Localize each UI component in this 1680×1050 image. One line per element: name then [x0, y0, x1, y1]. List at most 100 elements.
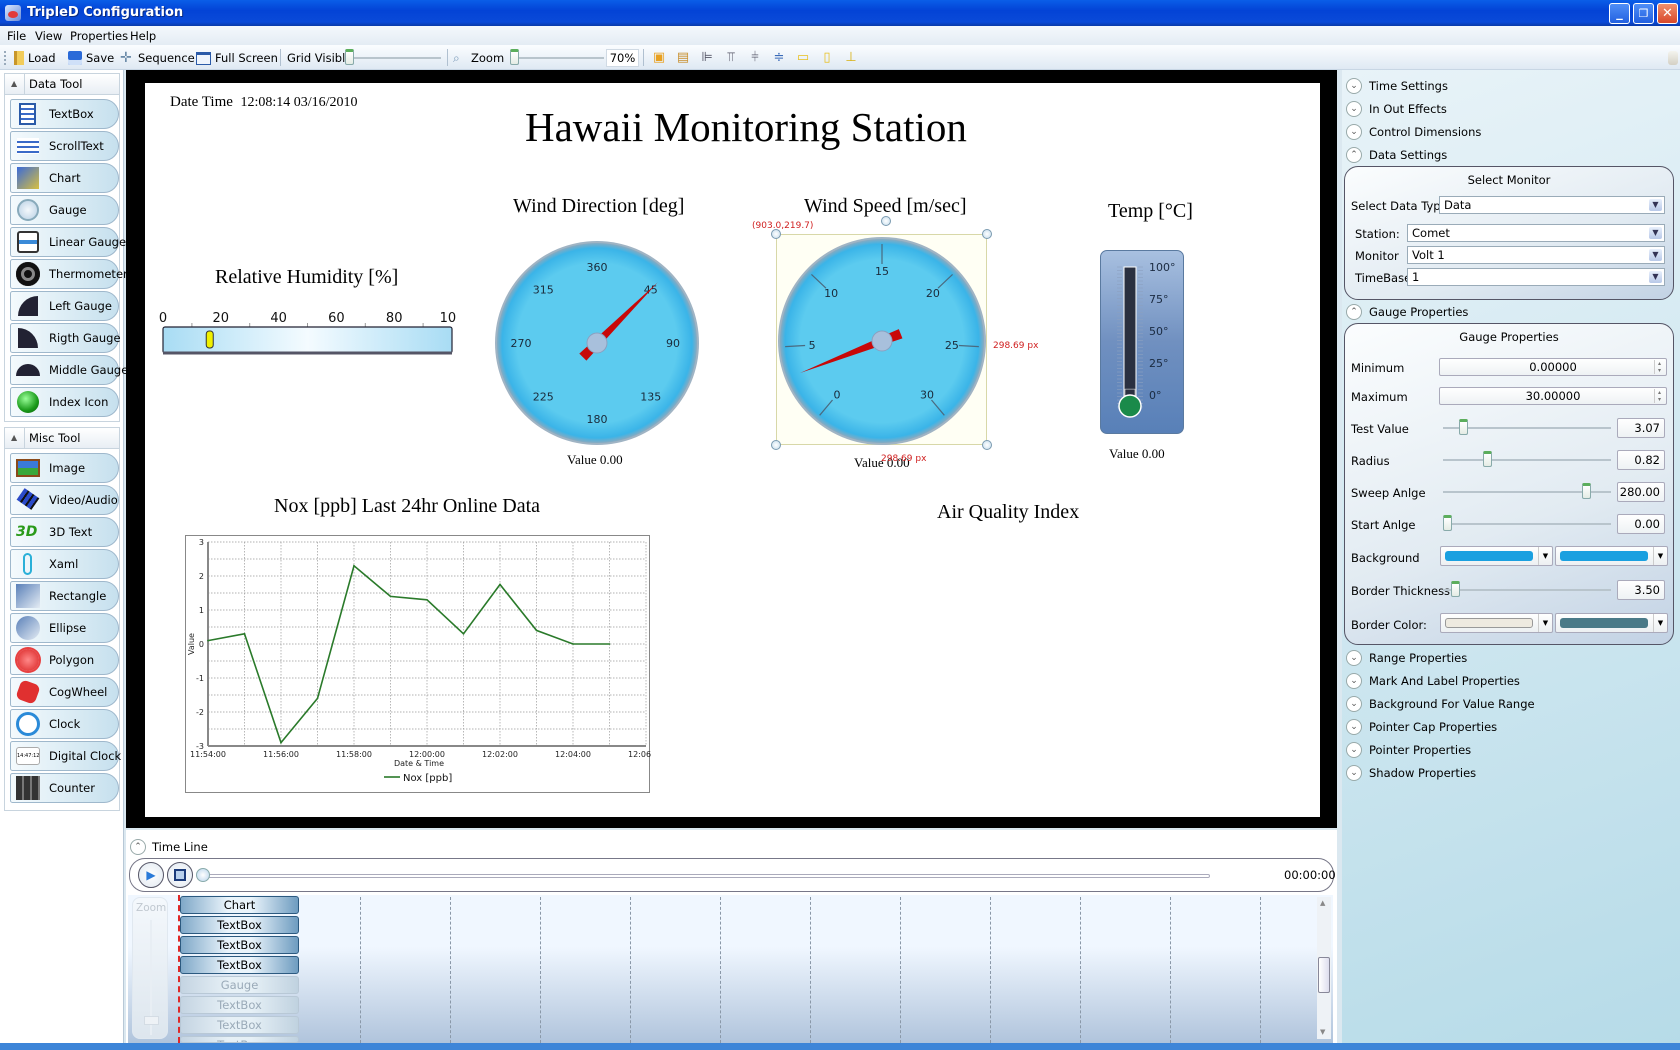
timeline-item[interactable]: Chart — [180, 896, 299, 914]
center-vertical-button[interactable]: ≑ — [770, 50, 788, 66]
tool-gauge[interactable]: Gauge — [10, 195, 119, 225]
tool-middle-gauge[interactable]: Middle Gauge — [10, 355, 128, 385]
toolbar-overflow-button[interactable] — [1668, 51, 1678, 65]
section-in-out-effects[interactable]: ⌄ In Out Effects — [1346, 99, 1447, 119]
humidity-linear-gauge[interactable]: 0 20 40 60 80 100 — [157, 308, 464, 368]
resize-handle-bottom-left[interactable] — [771, 440, 781, 450]
tool-index-icon[interactable]: Index Icon — [10, 387, 119, 417]
tool-xaml[interactable]: Xaml — [10, 549, 119, 579]
section-time-settings[interactable]: ⌄ Time Settings — [1346, 76, 1448, 96]
resize-handle-top[interactable] — [881, 216, 891, 226]
data-type-select[interactable]: Data ▼ — [1439, 196, 1665, 214]
border-thickness-input[interactable]: 3.50 — [1617, 580, 1665, 600]
section-data-settings[interactable]: ⌃ Data Settings — [1346, 145, 1447, 165]
misc-tool-header[interactable]: ▲ Misc Tool — [4, 427, 120, 449]
start-angle-slider[interactable] — [1443, 512, 1611, 536]
resize-handle-top-left[interactable] — [771, 229, 781, 239]
data-tool-header[interactable]: ▲ Data Tool — [4, 73, 120, 95]
wind-speed-title[interactable]: Wind Speed [m/sec] — [804, 195, 966, 218]
radius-slider[interactable] — [1443, 448, 1611, 472]
timeline-vertical-scrollbar[interactable]: ▲ ▼ — [1317, 897, 1331, 1039]
tool-digital-clock[interactable]: 14:47:12 Digital Clock — [10, 741, 121, 771]
timeline-item[interactable]: Gauge — [180, 976, 299, 994]
tool-thermometer[interactable]: Thermometer — [10, 259, 128, 289]
timeline-item[interactable]: TextBox — [180, 936, 299, 954]
scroll-up-icon[interactable]: ▲ — [1320, 899, 1325, 907]
menu-properties[interactable]: Properties — [70, 29, 128, 43]
menu-file[interactable]: File — [7, 29, 26, 43]
test-value-input[interactable]: 3.07 — [1617, 418, 1665, 438]
aqi-title[interactable]: Air Quality Index — [937, 501, 1079, 524]
save-button[interactable]: Save — [68, 49, 114, 67]
humidity-title[interactable]: Relative Humidity [%] — [215, 266, 398, 289]
ruler-horizontal-button[interactable]: ▭ — [794, 50, 812, 66]
timeline-item[interactable]: TextBox — [180, 1016, 299, 1034]
tool-left-gauge[interactable]: Left Gauge — [10, 291, 119, 321]
grid-slider-thumb[interactable] — [345, 49, 354, 65]
section-control-dimensions[interactable]: ⌄ Control Dimensions — [1346, 122, 1481, 142]
slider-thumb[interactable] — [1443, 515, 1452, 531]
menu-view[interactable]: View — [35, 29, 62, 43]
close-button[interactable]: ✕ — [1657, 3, 1678, 24]
ruler-vertical-button[interactable]: ▯ — [818, 50, 836, 66]
timeline-header[interactable]: ⌃ Time Line — [130, 839, 208, 855]
wind-speed-selection-box[interactable]: 0 5 10 15 20 25 30 — [776, 234, 987, 445]
sequence-button[interactable]: ✛ Sequence — [120, 49, 195, 67]
tool-counter[interactable]: Counter — [10, 773, 119, 803]
tool-3d-text[interactable]: 3D 3D Text — [10, 517, 119, 547]
tool-video-audio[interactable]: Video/Audio — [10, 485, 119, 515]
section-range-properties[interactable]: ⌄ Range Properties — [1346, 648, 1467, 668]
timeline-item[interactable]: TextBox — [180, 916, 299, 934]
design-canvas[interactable]: Date Time 12:08:14 03/16/2010 Hawaii Mon… — [145, 83, 1320, 817]
spinner-arrows-icon[interactable]: ▴ ▾ — [1654, 360, 1664, 374]
slider-thumb[interactable] — [1582, 483, 1592, 499]
monitor-select[interactable]: Volt 1 ▼ — [1407, 246, 1665, 264]
tool-chart[interactable]: Chart — [10, 163, 119, 193]
zoom-slider[interactable] — [510, 45, 605, 70]
section-shadow-properties[interactable]: ⌄ Shadow Properties — [1346, 763, 1476, 783]
scrollbar-thumb[interactable] — [1318, 957, 1330, 993]
tool-rectangle[interactable]: Rectangle — [10, 581, 119, 611]
full-screen-button[interactable]: Full Screen — [196, 49, 278, 67]
date-time-textbox[interactable]: Date Time 12:08:14 03/16/2010 — [170, 94, 358, 111]
send-backward-button[interactable]: ▤ — [674, 50, 692, 66]
align-left-button[interactable]: ⊫ — [698, 50, 716, 66]
load-button[interactable]: Load — [14, 49, 56, 67]
toolbar-grip[interactable] — [4, 51, 6, 65]
tool-image[interactable]: Image — [10, 453, 119, 483]
minimum-input[interactable]: 0.00000 ▴ ▾ — [1439, 358, 1667, 376]
grid-slider[interactable] — [345, 45, 445, 70]
background-color-1-picker[interactable]: ▼ — [1440, 546, 1553, 566]
bring-forward-button[interactable]: ▣ — [650, 50, 668, 66]
timebase-select[interactable]: 1 ▼ — [1407, 268, 1665, 286]
tool-clock[interactable]: Clock — [10, 709, 119, 739]
slider-thumb[interactable] — [1450, 581, 1460, 597]
play-button[interactable]: ▶ — [138, 862, 164, 888]
resize-handle-top-right[interactable] — [982, 229, 992, 239]
tool-cogwheel[interactable]: CogWheel — [10, 677, 119, 707]
center-horizontal-button[interactable]: ⫩ — [746, 50, 764, 66]
sweep-angle-input[interactable]: 280.00 — [1617, 482, 1665, 502]
wind-direction-title[interactable]: Wind Direction [deg] — [513, 195, 684, 218]
zoom-value[interactable]: 70% — [606, 49, 639, 67]
spinner-arrows-icon[interactable]: ▴ ▾ — [1654, 389, 1664, 403]
tool-scrolltext[interactable]: ScrollText — [10, 131, 119, 161]
maximum-input[interactable]: 30.00000 ▴ ▾ — [1439, 387, 1667, 405]
section-mark-and-label-properties[interactable]: ⌄ Mark And Label Properties — [1346, 671, 1520, 691]
section-pointer-cap-properties[interactable]: ⌄ Pointer Cap Properties — [1346, 717, 1497, 737]
timeline-zoom-thumb[interactable] — [144, 1016, 159, 1025]
slider-thumb[interactable] — [1458, 419, 1468, 435]
resize-handle-bottom-right[interactable] — [982, 440, 992, 450]
wind-direction-gauge[interactable]: 3604590135180225270315 — [492, 238, 702, 448]
restore-button[interactable]: ❐ — [1633, 3, 1654, 24]
timeline-item[interactable]: TextBox — [180, 956, 299, 974]
thermometer[interactable]: 100° 75° 50° 25° 0° — [1100, 250, 1184, 434]
start-angle-input[interactable]: 0.00 — [1617, 514, 1665, 534]
section-gauge-properties[interactable]: ⌃ Gauge Properties — [1346, 302, 1468, 322]
temp-title[interactable]: Temp [°C] — [1108, 200, 1193, 223]
border-color-2-picker[interactable]: ▼ — [1555, 613, 1668, 633]
tool-linear-gauge[interactable]: Linear Gauge — [10, 227, 126, 257]
border-thickness-slider[interactable] — [1443, 578, 1611, 602]
slider-thumb[interactable] — [1482, 451, 1492, 467]
tool-textbox[interactable]: TextBox — [10, 99, 119, 129]
